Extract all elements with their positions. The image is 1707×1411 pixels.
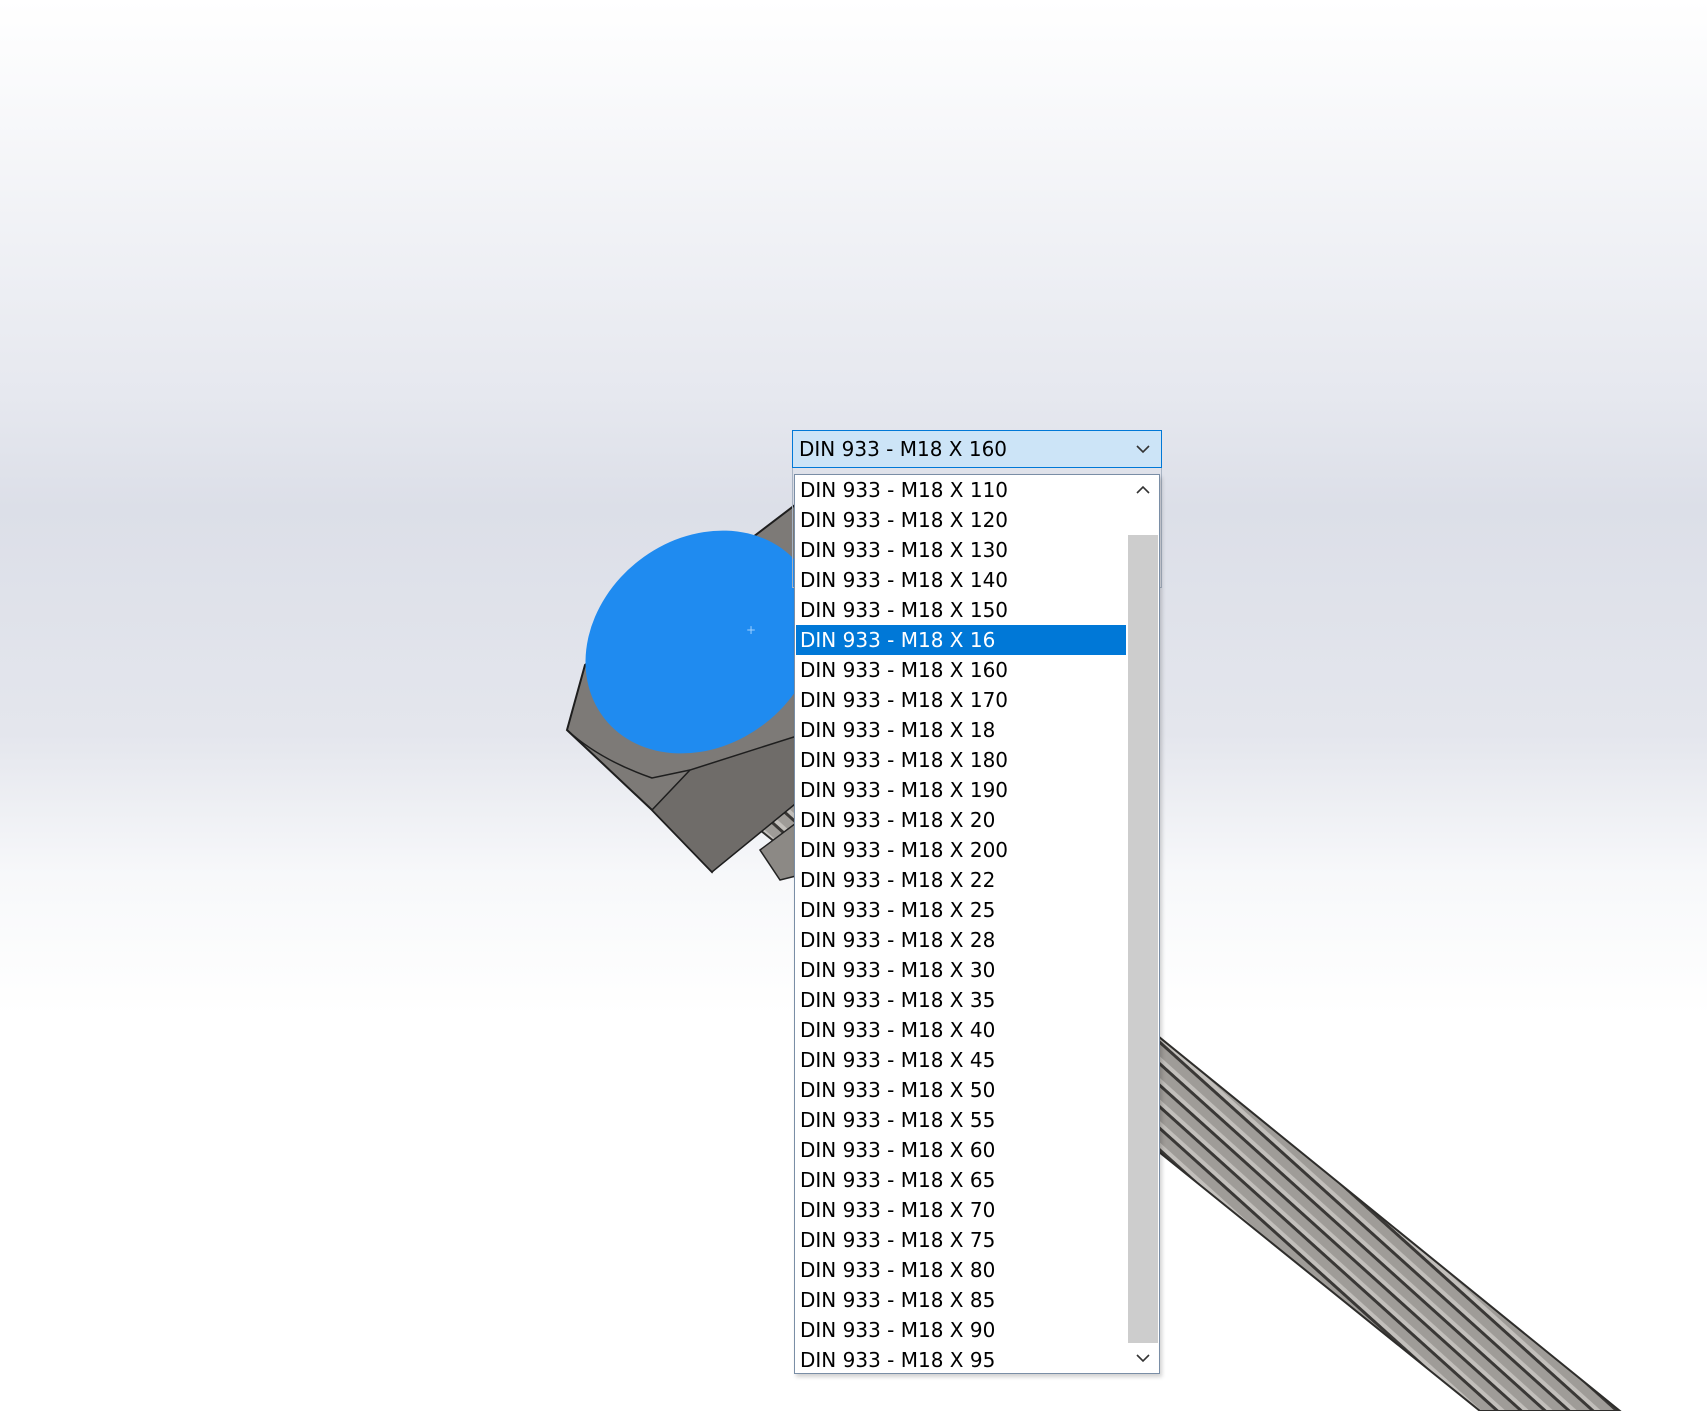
dropdown-item[interactable]: DIN 933 - M18 X 180 [796,745,1126,775]
dropdown-item[interactable]: DIN 933 - M18 X 70 [796,1195,1126,1225]
dropdown-item[interactable]: DIN 933 - M18 X 140 [796,565,1126,595]
dropdown-item[interactable]: DIN 933 - M18 X 200 [796,835,1126,865]
dropdown-item[interactable]: DIN 933 - M18 X 35 [796,985,1126,1015]
scroll-down-button[interactable] [1127,1343,1159,1373]
scroll-up-button[interactable] [1127,475,1159,505]
dropdown-item[interactable]: DIN 933 - M18 X 160 [796,655,1126,685]
dropdown-item[interactable]: DIN 933 - M18 X 80 [796,1255,1126,1285]
dropdown-item-highlighted[interactable]: DIN 933 - M18 X 16 [796,625,1126,655]
svg-text:+: + [746,623,756,637]
dropdown-item[interactable]: DIN 933 - M18 X 40 [796,1015,1126,1045]
dropdown-item[interactable]: DIN 933 - M18 X 170 [796,685,1126,715]
dropdown-item[interactable]: DIN 933 - M18 X 20 [796,805,1126,835]
chevron-down-icon[interactable] [1135,441,1151,457]
combo-selected-value: DIN 933 - M18 X 160 [799,437,1008,461]
dropdown-item[interactable]: DIN 933 - M18 X 18 [796,715,1126,745]
configuration-dropdown-list[interactable]: DIN 933 - M18 X 110 DIN 933 - M18 X 120 DI… [794,474,1160,1374]
dropdown-items: DIN 933 - M18 X 110 DIN 933 - M18 X 120 DI… [795,475,1127,1373]
vertical-scrollbar[interactable] [1127,475,1159,1373]
chevron-down-icon [1136,1354,1150,1363]
dropdown-item[interactable]: DIN 933 - M18 X 90 [796,1315,1126,1345]
dropdown-item[interactable]: DIN 933 - M18 X 60 [796,1135,1126,1165]
dropdown-item[interactable]: DIN 933 - M18 X 75 [796,1225,1126,1255]
dropdown-item[interactable]: DIN 933 - M18 X 85 [796,1285,1126,1315]
dropdown-item[interactable]: DIN 933 - M18 X 190 [796,775,1126,805]
dropdown-item[interactable]: DIN 933 - M18 X 30 [796,955,1126,985]
dropdown-item[interactable]: DIN 933 - M18 X 95 [796,1345,1126,1373]
dropdown-item[interactable]: DIN 933 - M18 X 130 [796,535,1126,565]
dropdown-item[interactable]: DIN 933 - M18 X 22 [796,865,1126,895]
scroll-thumb[interactable] [1128,535,1158,1343]
dropdown-item[interactable]: DIN 933 - M18 X 150 [796,595,1126,625]
dropdown-item[interactable]: DIN 933 - M18 X 120 [796,505,1126,535]
dropdown-item[interactable]: DIN 933 - M18 X 65 [796,1165,1126,1195]
dropdown-item[interactable]: DIN 933 - M18 X 55 [796,1105,1126,1135]
dropdown-item[interactable]: DIN 933 - M18 X 110 [796,475,1126,505]
dropdown-item[interactable]: DIN 933 - M18 X 25 [796,895,1126,925]
dropdown-item[interactable]: DIN 933 - M18 X 45 [796,1045,1126,1075]
configuration-combobox[interactable]: DIN 933 - M18 X 160 [792,430,1162,468]
dropdown-item[interactable]: DIN 933 - M18 X 50 [796,1075,1126,1105]
dropdown-item[interactable]: DIN 933 - M18 X 28 [796,925,1126,955]
chevron-up-icon [1136,485,1150,494]
